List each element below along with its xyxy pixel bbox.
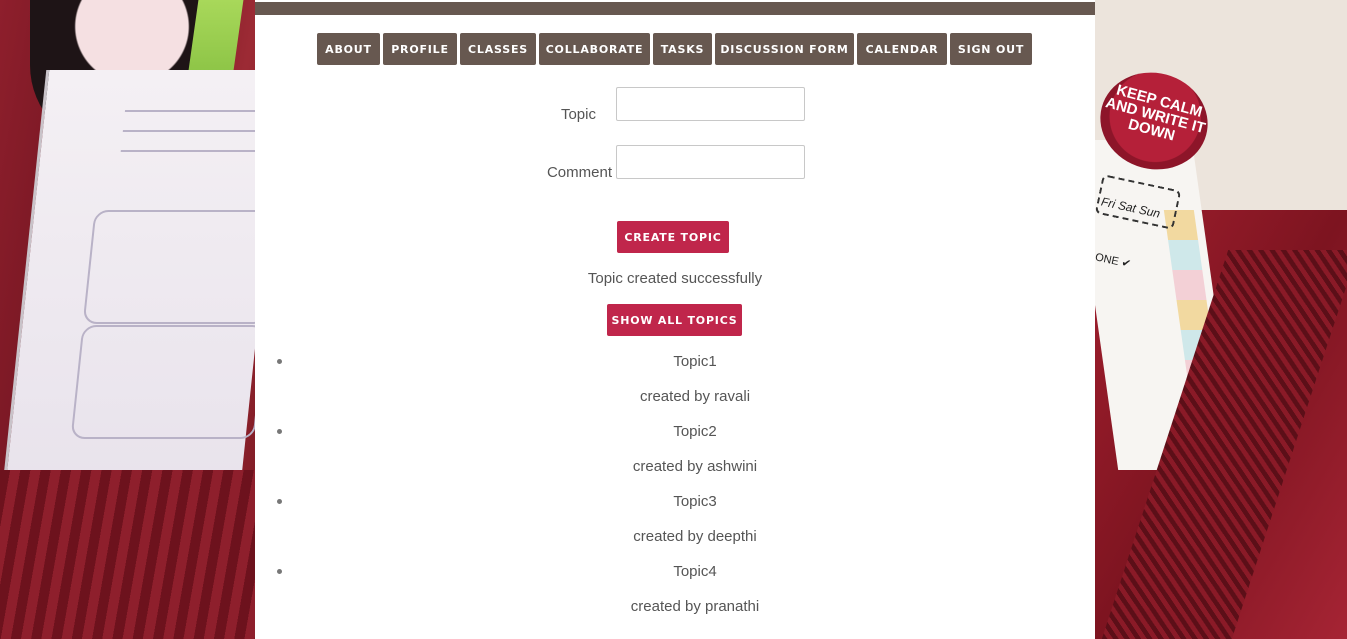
main-nav: ABOUT PROFILE CLASSES COLLABORATE TASKS … <box>317 33 1032 65</box>
status-message: Topic created successfully <box>587 270 763 287</box>
show-all-topics-button[interactable]: SHOW ALL TOPICS <box>607 304 742 336</box>
nav-classes-button[interactable]: CLASSES <box>460 33 536 65</box>
planner-note-box <box>82 210 279 324</box>
nav-profile-button[interactable]: PROFILE <box>383 33 457 65</box>
nav-about-button[interactable]: ABOUT <box>317 33 380 65</box>
nav-calendar-button[interactable]: CALENDAR <box>857 33 947 65</box>
nav-sign-out-button[interactable]: SIGN OUT <box>950 33 1032 65</box>
nav-collaborate-button[interactable]: COLLABORATE <box>539 33 650 65</box>
planner-left-stitching <box>0 470 255 639</box>
topic-author: created by ashwini <box>632 458 758 475</box>
list-item: Topic1 created by ravali <box>255 350 1095 420</box>
list-item: Topic2 created by ashwini <box>255 420 1095 490</box>
planner-line <box>120 150 271 152</box>
topic-name: Topic2 <box>673 423 717 440</box>
topics-list: Topic1 created by ravali Topic2 created … <box>255 350 1095 630</box>
nav-discussion-form-button[interactable]: DISCUSSION FORM <box>715 33 854 65</box>
list-item: Topic3 created by deepthi <box>255 490 1095 560</box>
badge-text: KEEP CALM AND WRITE IT DOWN <box>1103 81 1208 145</box>
topic-name: Topic1 <box>673 353 717 370</box>
planner-note-box <box>70 325 267 439</box>
planner-line <box>122 130 273 132</box>
top-bar <box>255 2 1095 15</box>
topic-author: created by ravali <box>639 388 751 405</box>
nav-tasks-button[interactable]: TASKS <box>653 33 712 65</box>
topic-input[interactable] <box>616 87 805 121</box>
comment-label: Comment <box>546 164 612 181</box>
topic-name: Topic4 <box>673 563 717 580</box>
comment-input[interactable] <box>616 145 805 179</box>
main-panel: ABOUT PROFILE CLASSES COLLABORATE TASKS … <box>255 0 1095 639</box>
create-topic-button[interactable]: CREATE TOPIC <box>617 221 729 253</box>
topic-label: Topic <box>560 106 596 123</box>
list-item: Topic4 created by pranathi <box>255 560 1095 630</box>
planner-line <box>124 110 276 112</box>
topic-author: created by deepthi <box>633 528 757 545</box>
topic-author: created by pranathi <box>630 598 760 615</box>
topic-name: Topic3 <box>673 493 717 510</box>
